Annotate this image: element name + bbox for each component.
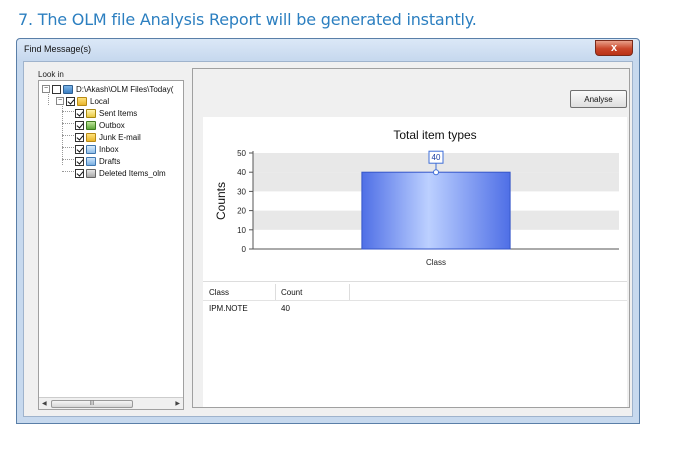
tree-item-outbox[interactable]: Outbox	[75, 119, 125, 131]
tree-item-label: Deleted Items_olm	[99, 168, 166, 178]
tree-item-label: Inbox	[99, 144, 119, 154]
tree-item-sent-items[interactable]: Sent Items	[75, 107, 137, 119]
inbox-icon	[86, 144, 96, 154]
y-axis-label: Counts	[214, 182, 228, 220]
cell-count: 40	[281, 304, 290, 313]
bar	[361, 171, 511, 250]
checkbox-drafts[interactable]	[75, 156, 84, 166]
checkbox-inbox[interactable]	[75, 144, 84, 154]
tree-horizontal-scrollbar[interactable]: ◀ III ▶	[39, 397, 183, 409]
y-tick-label: 30	[237, 187, 246, 196]
tree-item-inbox[interactable]: Inbox	[75, 143, 119, 155]
x-tick-label: Class	[426, 258, 446, 267]
checkbox-local[interactable]	[66, 96, 75, 106]
tree-item-root[interactable]: − D:\Akash\OLM Files\Today(	[42, 83, 173, 95]
data-label: 40	[432, 153, 441, 162]
tree-item-deleted-items[interactable]: Deleted Items_olm	[75, 167, 166, 179]
tree-item-label: Junk E-mail	[99, 132, 141, 142]
trash-icon	[86, 168, 96, 178]
y-tick-label: 10	[237, 226, 246, 235]
tree-item-root-label: D:\Akash\OLM Files\Today(	[76, 84, 174, 94]
drafts-icon	[86, 156, 96, 166]
page-caption: 7. The OLM file Analysis Report will be …	[18, 10, 477, 29]
outbox-icon	[86, 120, 96, 130]
tree-item-drafts[interactable]: Drafts	[75, 155, 120, 167]
y-tick-label: 0	[242, 245, 247, 254]
results-table: Class Count IPM.NOTE 40	[203, 281, 627, 407]
look-in-label: Look in	[38, 70, 64, 79]
folder-tree[interactable]: − D:\Akash\OLM Files\Today( − Local Sent…	[38, 80, 184, 410]
scroll-thumb[interactable]: III	[51, 400, 133, 408]
scroll-left-icon[interactable]: ◀	[42, 400, 47, 407]
sent-items-icon	[86, 108, 96, 118]
data-point-marker	[433, 169, 439, 176]
tree-item-label: Outbox	[99, 120, 125, 130]
title-bar: Find Message(s) x	[17, 39, 639, 61]
y-tick-label: 20	[237, 207, 246, 216]
checkbox-outbox[interactable]	[75, 120, 84, 130]
analyse-button[interactable]: Analyse	[570, 90, 627, 108]
analysis-panel: Analyse Total item types Counts 0 10 20 30 40 5…	[192, 68, 630, 408]
collapse-icon[interactable]: −	[42, 85, 50, 93]
y-tick-label: 50	[237, 149, 246, 158]
junk-folder-icon	[86, 132, 96, 142]
folder-icon	[77, 96, 87, 106]
checkbox-deleted-items[interactable]	[75, 168, 84, 178]
checkbox-sent-items[interactable]	[75, 108, 84, 118]
close-button[interactable]: x	[595, 40, 633, 56]
column-header-count[interactable]: Count	[281, 288, 302, 297]
checkbox-root[interactable]	[52, 84, 61, 94]
tree-item-label: Drafts	[99, 156, 121, 166]
window-client-area: Look in − D:\Akash\OLM Files\Today( − Lo…	[23, 61, 633, 417]
find-messages-window: Find Message(s) x Look in − D:\Akash\OLM…	[16, 38, 640, 424]
y-tick-label: 40	[237, 168, 246, 177]
column-header-class[interactable]: Class	[209, 288, 229, 297]
cell-class: IPM.NOTE	[209, 304, 248, 313]
bar-chart: Total item types Counts 0 10 20 30 40 50 Class 40	[214, 128, 619, 267]
window-title: Find Message(s)	[24, 44, 92, 54]
tree-item-junk-email[interactable]: Junk E-mail	[75, 131, 141, 143]
collapse-icon[interactable]: −	[56, 97, 64, 105]
checkbox-junk-email[interactable]	[75, 132, 84, 142]
tree-item-local[interactable]: − Local	[56, 95, 109, 107]
tree-item-label: Sent Items	[99, 108, 138, 118]
chart-title: Total item types	[393, 128, 476, 142]
chart-container: Total item types Counts 0 10 20 30 40 50 Class 40	[203, 117, 627, 281]
scroll-right-icon[interactable]: ▶	[175, 400, 180, 407]
tree-item-local-label: Local	[90, 96, 110, 106]
computer-icon	[63, 84, 73, 94]
